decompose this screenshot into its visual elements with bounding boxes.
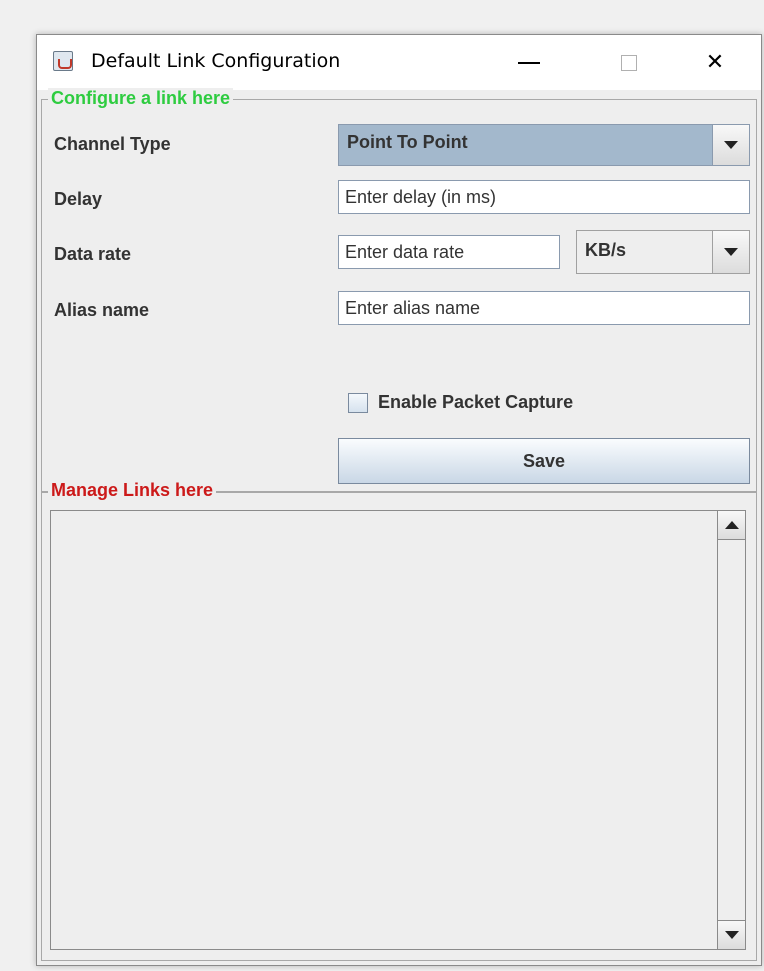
data-rate-unit-arrow-button[interactable] <box>712 231 749 273</box>
minimize-button[interactable] <box>499 35 559 90</box>
links-list-scrollbar[interactable] <box>717 511 745 949</box>
configure-panel-legend: Configure a link here <box>48 88 234 109</box>
close-icon: ✕ <box>705 50 725 75</box>
chevron-down-icon <box>724 248 738 256</box>
links-list[interactable] <box>50 510 746 950</box>
packet-capture-checkbox[interactable] <box>348 392 368 413</box>
alias-name-label: Alias name <box>54 300 150 320</box>
manage-links-panel: Manage Links here <box>41 480 757 961</box>
delay-input[interactable] <box>338 180 750 214</box>
chevron-down-icon <box>724 141 738 149</box>
maximize-icon <box>621 54 637 71</box>
link-config-window: Default Link Configuration ✕ Configure a… <box>36 34 762 966</box>
data-rate-unit-value: KB/s <box>585 240 627 260</box>
window-title: Default Link Configuration <box>91 50 341 72</box>
configure-link-panel: Configure a link here Channel Type Point… <box>41 88 757 493</box>
channel-type-label: Channel Type <box>54 134 171 154</box>
minimize-icon <box>518 61 540 64</box>
maximize-button[interactable] <box>599 35 659 90</box>
channel-type-dropdown[interactable]: Point To Point <box>338 124 750 166</box>
chevron-up-icon <box>724 521 739 529</box>
scroll-up-button[interactable] <box>718 511 745 540</box>
delay-label: Delay <box>54 189 103 209</box>
packet-capture-option[interactable]: Enable Packet Capture <box>348 392 573 413</box>
channel-type-value: Point To Point <box>347 132 468 152</box>
title-bar[interactable]: Default Link Configuration ✕ <box>37 35 761 90</box>
data-rate-label: Data rate <box>54 244 132 264</box>
java-cup-icon <box>53 51 73 71</box>
manage-panel-legend: Manage Links here <box>48 480 217 501</box>
data-rate-unit-dropdown[interactable]: KB/s <box>576 230 750 274</box>
alias-name-input[interactable] <box>338 291 750 325</box>
packet-capture-label[interactable]: Enable Packet Capture <box>378 392 573 413</box>
close-button[interactable]: ✕ <box>685 35 745 90</box>
scroll-down-button[interactable] <box>718 920 745 949</box>
channel-type-arrow-button[interactable] <box>712 125 749 165</box>
data-rate-input[interactable] <box>338 235 560 269</box>
chevron-down-icon <box>724 931 739 939</box>
save-button[interactable]: Save <box>338 438 750 484</box>
